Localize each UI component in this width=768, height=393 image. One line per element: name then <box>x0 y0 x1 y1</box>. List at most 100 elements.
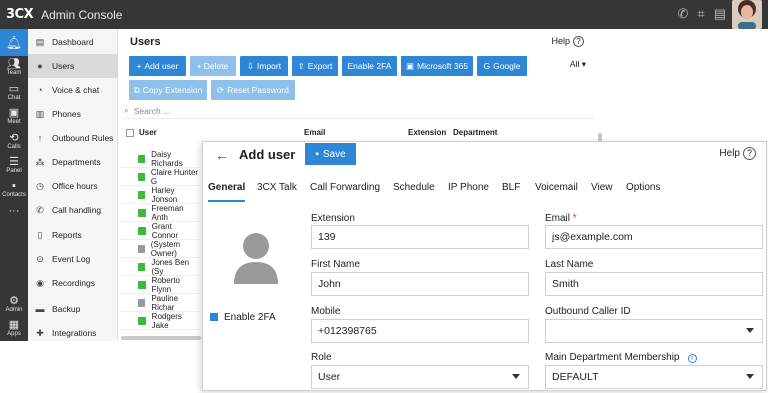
rail-apps[interactable]: ▦ Apps <box>0 319 28 337</box>
sidebar-item-dashboard[interactable]: ▤ Dashboard <box>28 30 118 54</box>
column-header-extension[interactable]: Extension <box>408 128 446 137</box>
column-header-department[interactable]: Department <box>453 128 497 137</box>
outbound-caller-id-select[interactable] <box>545 319 763 343</box>
avatar[interactable] <box>732 0 762 29</box>
email-field[interactable]: js@example.com <box>545 225 763 249</box>
chat-icon: ◔ <box>37 85 43 95</box>
first-name-field[interactable]: John <box>311 272 529 296</box>
sidebar-item-recordings[interactable]: ◉ Recordings <box>28 271 118 295</box>
tab-view[interactable]: View <box>591 182 613 193</box>
tab-3cx-talk[interactable]: 3CX Talk <box>257 182 297 193</box>
tab-blf[interactable]: BLF <box>502 182 520 193</box>
enable-2fa-checkbox[interactable] <box>210 313 218 321</box>
rail-team[interactable]: 👥︎ Team <box>0 58 28 76</box>
search-bar[interactable]: ⌕ Search ... <box>124 103 594 119</box>
import-button[interactable]: ⇩ Import <box>240 56 288 76</box>
sidebar-item-integrations[interactable]: ✚ Integrations <box>28 321 118 345</box>
dialog-help-link[interactable]: Help? <box>719 147 756 160</box>
status-indicator <box>138 208 146 217</box>
save-icon: ▪ <box>315 148 319 160</box>
table-row[interactable]: Daisy Richards <box>119 150 199 168</box>
filter-dropdown[interactable]: All ▾ <box>570 59 586 70</box>
sidebar-item-call-handling[interactable]: ✆ Call handling <box>28 198 118 222</box>
last-name-field[interactable]: Smith <box>545 272 763 296</box>
notifications-icon[interactable]: 🔔︎ <box>0 29 28 56</box>
table-row[interactable]: Grant Connor <box>119 222 199 240</box>
tab-options[interactable]: Options <box>626 182 660 193</box>
user-avatar-placeholder-icon[interactable] <box>233 232 279 284</box>
dashboard-icon: ▤ <box>35 36 45 47</box>
table-row[interactable]: Freeman Anth <box>119 204 199 222</box>
sidebar-item-departments[interactable]: ⁂ Departments <box>28 150 118 174</box>
rail-calls[interactable]: ⟲ Calls <box>0 132 28 150</box>
more-icon[interactable]: ··· <box>0 205 28 217</box>
status-indicator <box>138 154 146 163</box>
outbound-caller-id-label: Outbound Caller ID <box>545 306 631 317</box>
sidebar-item-users[interactable]: ● Users <box>28 54 118 78</box>
sidebar-item-backup[interactable]: ▬ Backup <box>28 297 118 321</box>
reset-password-button[interactable]: ⟳ Reset Password <box>211 80 295 100</box>
meet-icon: ▣ <box>8 107 20 119</box>
tab-voicemail[interactable]: Voicemail <box>535 182 578 193</box>
sidebar-item-event-log[interactable]: ⊙ Event Log <box>28 247 118 271</box>
google-button[interactable]: G Google <box>477 56 527 76</box>
column-header-user[interactable]: User <box>139 128 157 137</box>
search-icon: ⌕ <box>124 105 129 115</box>
table-row[interactable]: Claire Hunter G <box>119 168 199 186</box>
sidebar-nav: ▤ Dashboard ● Users ◔ Voice & chat ▥ Phones … <box>28 29 118 341</box>
department-select[interactable]: DEFAULT <box>545 365 763 389</box>
role-label: Role <box>311 352 332 363</box>
rail-panel[interactable]: ☰ Panel <box>0 156 28 174</box>
copy-extension-button[interactable]: ⧉ Copy Extension <box>129 80 207 100</box>
search-input[interactable]: Search ... <box>134 106 170 116</box>
table-row[interactable]: Pauline Richar <box>119 294 199 312</box>
help-icon: ? <box>573 36 584 47</box>
sidebar-item-voice-chat[interactable]: ◔ Voice & chat <box>28 78 118 102</box>
mobile-field[interactable]: +012398765 <box>311 319 529 343</box>
table-row[interactable]: Rodgers Jake <box>119 312 199 330</box>
team-icon: 👥︎ <box>7 58 21 70</box>
integrations-icon: ✚ <box>36 327 44 338</box>
table-row[interactable]: Roberto Flynn <box>119 276 199 294</box>
tab-ip-phone[interactable]: IP Phone <box>448 182 489 193</box>
sidebar-item-outbound-rules[interactable]: ↑ Outbound Rules <box>28 126 118 150</box>
enable-2fa-button[interactable]: Enable 2FA <box>342 56 397 76</box>
column-header-email[interactable]: Email <box>304 128 325 137</box>
rail-meet[interactable]: ▣ Meet <box>0 107 28 125</box>
delete-button[interactable]: ▪ Delete <box>190 56 236 76</box>
help-link[interactable]: Help? <box>551 36 584 47</box>
table-row[interactable]: (System Owner) <box>119 240 199 258</box>
rail-chat[interactable]: ▭ Chat <box>0 83 28 101</box>
tab-general[interactable]: General <box>208 182 245 193</box>
back-arrow-icon[interactable]: ← <box>215 147 229 163</box>
dialpad-icon[interactable]: ⌗ <box>697 6 704 22</box>
role-select[interactable]: User <box>311 365 529 389</box>
backup-icon: ▬ <box>35 304 45 314</box>
rail-contacts[interactable]: ▪ Contacts <box>0 180 28 198</box>
phone-icon: ▥ <box>35 108 45 119</box>
user-icon: ● <box>37 61 43 71</box>
rail-admin[interactable]: ⚙︎ Admin <box>0 295 28 313</box>
horizontal-scrollbar[interactable] <box>121 336 201 340</box>
table-row[interactable]: Jones Ben (Sy <box>119 258 199 276</box>
calls-icon: ⟲ <box>9 132 19 144</box>
info-icon[interactable]: i <box>687 354 697 363</box>
add-user-dialog: ← Add user ▪ Save Help? General 3CX Talk … <box>202 141 767 391</box>
add-user-button[interactable]: + Add user <box>129 56 186 76</box>
chevron-down-icon <box>746 328 754 333</box>
clock-icon: ◷ <box>36 180 44 191</box>
tab-schedule[interactable]: Schedule <box>393 182 435 193</box>
phone-icon[interactable]: ✆ <box>677 6 688 22</box>
microsoft-365-button[interactable]: ▣ Microsoft 365 <box>401 56 473 76</box>
extension-field[interactable]: 139 <box>311 225 529 249</box>
tab-call-forwarding[interactable]: Call Forwarding <box>310 182 380 193</box>
table-row[interactable]: Harley Jonson <box>119 186 199 204</box>
sidebar-item-phones[interactable]: ▥ Phones <box>28 102 118 126</box>
contacts-icon: ▪ <box>12 180 16 192</box>
sidebar-item-reports[interactable]: ▯ Reports <box>28 223 118 247</box>
export-button[interactable]: ⇧ Export <box>292 56 338 76</box>
save-button[interactable]: ▪ Save <box>305 143 356 165</box>
select-all-checkbox[interactable] <box>126 129 134 137</box>
sidebar-item-office-hours[interactable]: ◷ Office hours <box>28 174 118 198</box>
book-icon[interactable]: ▤ <box>714 6 726 22</box>
